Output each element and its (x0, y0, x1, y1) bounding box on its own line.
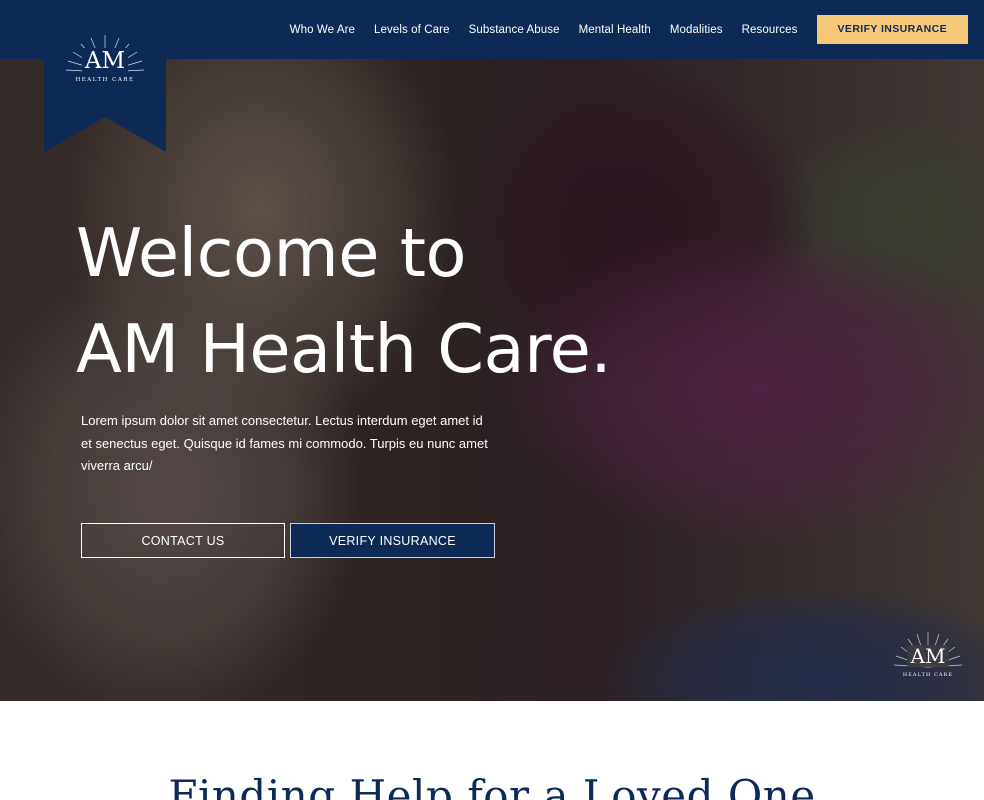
hero-title-line-2: AM Health Care. (76, 310, 612, 388)
section-heading: Finding Help for a Loved One (168, 771, 816, 800)
verify-insurance-nav-button[interactable]: VERIFY INSURANCE (816, 15, 968, 44)
hero-description: Lorem ipsum dolor sit amet consectetur. … (81, 413, 488, 473)
watermark-tagline: HEALTH CARE (903, 672, 953, 678)
verify-insurance-button[interactable]: VERIFY INSURANCE (290, 523, 495, 558)
am-logo-icon: AM HEALTH CARE (65, 35, 145, 83)
contact-us-button[interactable]: CONTACT US (81, 523, 285, 558)
am-watermark-icon: AM HEALTH CARE (893, 632, 963, 678)
nav-link-who-we-are[interactable]: Who We Are (290, 24, 355, 36)
hero-section: Welcome to AM Health Care. Lorem ipsum d… (0, 59, 984, 701)
nav-link-modalities[interactable]: Modalities (670, 24, 723, 36)
watermark-monogram: AM (910, 644, 946, 668)
nav-link-resources[interactable]: Resources (742, 24, 798, 36)
main-nav: Who We Are Levels of Care Substance Abus… (290, 15, 968, 44)
logo-monogram: AM (84, 48, 125, 74)
hero-title-line-1: Welcome to (76, 214, 467, 292)
nav-link-mental-health[interactable]: Mental Health (579, 24, 651, 36)
hero-title: Welcome to AM Health Care. (76, 205, 612, 397)
finding-help-section: Finding Help for a Loved One (0, 701, 984, 800)
nav-link-substance-abuse[interactable]: Substance Abuse (469, 24, 560, 36)
logo-tagline: HEALTH CARE (75, 77, 134, 83)
nav-link-levels-of-care[interactable]: Levels of Care (374, 24, 450, 36)
